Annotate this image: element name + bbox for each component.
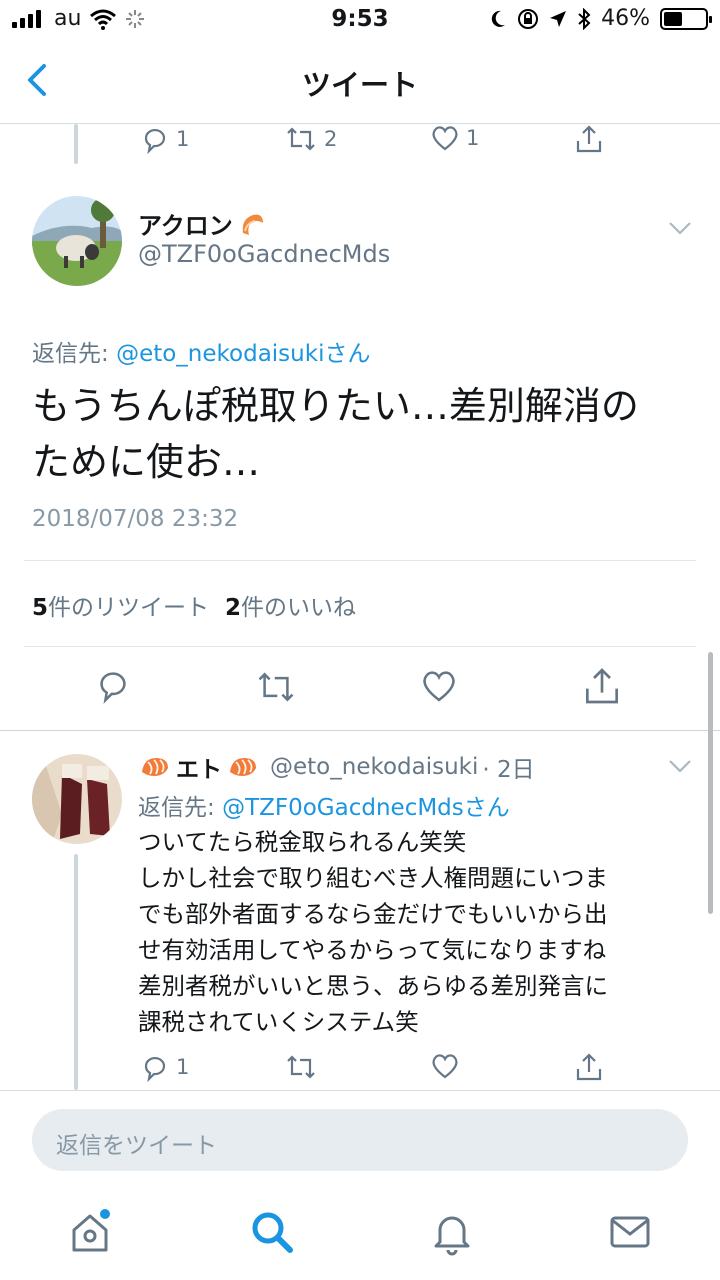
section-divider [0,730,720,731]
chevron-down-icon[interactable] [668,220,692,236]
avatar[interactable] [32,196,122,286]
reply-handle: @eto_nekodaisuki [270,754,479,780]
prev-retweet-action[interactable]: 2 [284,124,337,154]
reply-display-name: エト [176,757,222,783]
retweet-icon[interactable] [254,668,298,706]
like-icon[interactable] [420,668,458,704]
share-icon [576,1053,602,1081]
reply-text-line: 差別者税がいいと思う、あらゆる差別発言に [138,972,608,1000]
reply-icon[interactable] [94,666,132,704]
retweet-icon [287,127,315,151]
sheep-avatar-image [32,196,122,286]
like-count-stat[interactable]: 2件のいいね [225,588,356,622]
page-title: ツイート [301,68,418,102]
tweet-text-line: もうちんぽ税取りたい…差別解消の [32,384,639,428]
scrollbar[interactable] [708,652,713,914]
author-name-row: アクロン [138,206,267,241]
like-icon [432,1054,458,1079]
reply-to-prefix: 返信先: [32,341,117,367]
prev-like-action[interactable]: 1 [430,124,479,152]
prev-reply-count: 1 [176,127,190,151]
shrimp-emoji-icon [242,214,263,235]
reply-to-link[interactable]: @eto_nekodaisukiさん [116,341,370,367]
rotation-lock-icon [518,8,539,29]
share-icon [576,125,602,153]
like-icon [432,126,458,151]
reply-avatar-image [32,754,122,844]
prev-like-count: 1 [466,126,480,150]
status-bar: au 9:53 46% [0,0,720,40]
search-icon[interactable] [248,1208,296,1256]
reply-input[interactable]: 返信をツイート [32,1109,688,1171]
retweets-num: 5 [32,595,49,621]
reply-to-link[interactable]: @TZF0oGacdnecMdsさん [222,795,510,821]
retweet-count-stat[interactable]: 5件のリツイート [32,588,209,622]
tweet-text: もうちんぽ税取りたい…差別解消の ために使お… [32,378,639,490]
bluetooth-icon [578,7,591,30]
status-right: 46% [489,6,712,31]
prev-tweet-actions: 1 2 1 [0,124,720,164]
retweets-label: 件のリツイート [48,595,210,621]
reply-tweet-text: ついてたら税金取られるん笑笑 しかし社会で取り組むべき人権問題にいつま でも部外… [138,824,608,1040]
retweet-icon [287,1055,315,1079]
tab-bar [0,1190,720,1280]
moon-icon [491,10,506,27]
author-display-name: アクロン [138,212,233,240]
reply-text-line: でも部外者面するなら金だけでもいいから出 [138,900,608,928]
likes-label: 件のいいね [241,595,357,621]
reply-icon [144,128,166,154]
reply-text-line: しかし社会で取り組むべき人権問題にいつま [138,864,608,892]
reply-to-line: 返信先: @eto_nekodaisukiさん [32,334,370,368]
tweet-text-line: ために使お… [32,440,261,484]
prev-retweet-count: 2 [324,127,338,151]
likes-num: 2 [225,595,242,621]
reply-text-line: 課税されていくシステム笑 [138,1008,419,1036]
author-handle: @TZF0oGacdnecMds [138,240,391,268]
avatar[interactable] [32,754,122,844]
engagement-counts: 5件のリツイート 2件のいいね [32,588,356,622]
battery-icon [660,7,712,30]
reply-text-line: せ有効活用してやるからって気になりますね [138,936,607,964]
reply-share-action[interactable] [574,1052,604,1082]
chevron-down-icon[interactable] [668,758,692,774]
prev-share-action[interactable] [574,124,604,154]
reply-author-row: エト @eto_nekodaisuki · 2日 [138,750,535,784]
reply-text-line: ついてたら税金取られるん笑笑 [138,828,467,856]
location-icon [550,10,567,27]
reply-time: · 2日 [482,757,535,783]
reply-reply-action[interactable]: 1 [140,1052,189,1082]
reply-like-action[interactable] [430,1052,460,1080]
messages-icon[interactable] [606,1208,654,1256]
shrimp-emoji-icon [230,758,256,776]
divider [24,560,696,561]
reply-reply-to-line: 返信先: @TZF0oGacdnecMdsさん [138,788,510,822]
reply-retweet-action[interactable] [284,1052,318,1082]
reply-tweet-actions: 1 [0,1052,720,1088]
tweet-timestamp: 2018/07/08 23:32 [32,506,239,532]
main-tweet-actions [0,666,720,710]
share-icon[interactable] [582,666,622,706]
reply-composer-bar: 返信をツイート [0,1090,720,1190]
nav-bar: ツイート [0,40,720,124]
notifications-icon[interactable] [428,1208,476,1256]
divider [24,646,696,647]
prev-reply-action[interactable]: 1 [140,124,189,154]
home-icon[interactable] [66,1208,114,1256]
reply-reply-count: 1 [176,1055,190,1079]
reply-to-prefix: 返信先: [138,795,223,821]
battery-percent: 46% [601,6,650,31]
shrimp-emoji-icon [142,758,168,776]
reply-icon [144,1056,166,1082]
